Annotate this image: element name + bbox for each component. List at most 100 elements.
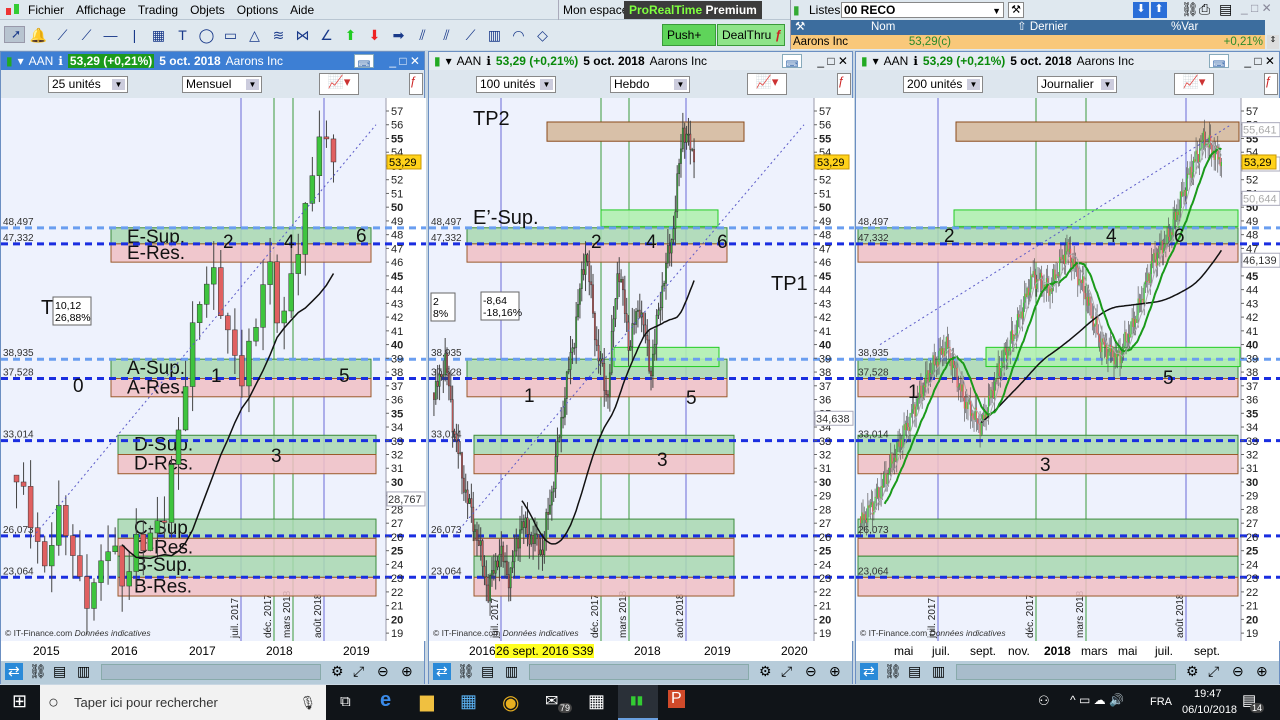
- diamond-tool-icon[interactable]: ◇: [532, 24, 553, 46]
- channel-tool-icon[interactable]: ≋: [268, 24, 289, 46]
- horizontal-scrollbar[interactable]: [101, 664, 321, 680]
- period-select[interactable]: Hebdo ▼: [610, 76, 690, 93]
- period-select[interactable]: Journalier ▼: [1037, 76, 1117, 93]
- units-select[interactable]: 100 unités ▼: [476, 76, 556, 93]
- dealthru-button[interactable]: DealThru ƒ: [717, 24, 785, 46]
- zoom-settings-icon[interactable]: ⚙: [759, 663, 772, 680]
- text-tool-icon[interactable]: T: [172, 24, 193, 46]
- fibo-time-tool-icon[interactable]: ▥: [484, 24, 505, 46]
- compare-icon[interactable]: ▥: [505, 663, 518, 680]
- indicators-icon[interactable]: 📈▾: [1174, 73, 1214, 95]
- list-select[interactable]: 00 RECO ▼: [841, 2, 1004, 18]
- export-icon[interactable]: ▤: [1219, 1, 1232, 18]
- export-icon[interactable]: ▤: [908, 663, 921, 680]
- andrews-tool-icon[interactable]: ⫽: [436, 24, 457, 46]
- zoom-in-icon[interactable]: ⊕: [1256, 663, 1268, 680]
- zoom-out-icon[interactable]: ⊖: [1232, 663, 1244, 680]
- menu-trading[interactable]: Trading: [132, 3, 184, 17]
- zoom-in-icon[interactable]: ⊕: [401, 663, 413, 680]
- gann-line-tool-icon[interactable]: ⟋: [460, 24, 481, 46]
- trade-icon[interactable]: ƒ: [837, 73, 851, 95]
- zoom-fit-icon[interactable]: ⤢: [781, 663, 792, 680]
- price-chart[interactable]: juil. 2017 déc. 2017 mars 2018 août 2018 E’-…: [429, 98, 854, 641]
- chrome-icon[interactable]: ◉: [502, 690, 519, 715]
- share-icon[interactable]: ⇄: [5, 663, 23, 680]
- info-icon[interactable]: ℹ: [58, 54, 63, 68]
- export-icon[interactable]: ▤: [53, 663, 66, 680]
- pointer-tool-icon[interactable]: ➚: [4, 26, 25, 43]
- col-dernier[interactable]: ⇧ Dernier: [1017, 20, 1068, 35]
- line-tool-icon[interactable]: ⟋: [76, 24, 97, 46]
- share-icon[interactable]: ⇄: [860, 663, 878, 680]
- zoom-out-icon[interactable]: ⊖: [805, 663, 817, 680]
- trade-icon[interactable]: ƒ: [409, 73, 423, 95]
- print-icon[interactable]: ⎙: [1199, 1, 1210, 18]
- arrow-up-icon[interactable]: ⬆: [1151, 2, 1167, 18]
- ticker[interactable]: AAN: [457, 54, 482, 68]
- window-controls[interactable]: _ □ ✕: [1244, 52, 1275, 70]
- arrow-down-tool-icon[interactable]: ⬇: [364, 24, 385, 46]
- menu-affichage[interactable]: Affichage: [70, 3, 132, 17]
- wrench-icon[interactable]: ⚒: [1008, 2, 1024, 18]
- zoom-fit-icon[interactable]: ⤢: [1208, 663, 1219, 680]
- horizontal-scrollbar[interactable]: [956, 664, 1176, 680]
- pitchfork-tool-icon[interactable]: ⋈: [292, 24, 313, 46]
- menu-objets[interactable]: Objets: [184, 3, 231, 17]
- tray-icons[interactable]: ^ ▭ ☁ 🔊: [1070, 693, 1124, 707]
- language-indicator[interactable]: FRA: [1150, 696, 1172, 708]
- workspace-menu[interactable]: Mon espace: [558, 0, 632, 20]
- segment-tool-icon[interactable]: ⟋: [52, 24, 73, 46]
- trade-icon[interactable]: ƒ: [1264, 73, 1278, 95]
- prorealtime-task[interactable]: ▮▮: [618, 685, 658, 720]
- menu-aide[interactable]: Aide: [284, 3, 320, 17]
- indicators-icon[interactable]: 📈▾: [747, 73, 787, 95]
- keyboard-icon[interactable]: ⌨: [354, 54, 374, 69]
- list-row[interactable]: Aarons Inc 53,29(c) +0,21%: [791, 35, 1265, 49]
- arrow-up-tool-icon[interactable]: ⬆: [340, 24, 361, 46]
- mail-icon[interactable]: ✉: [545, 691, 558, 711]
- clock-time[interactable]: 19:47: [1194, 688, 1222, 700]
- chevron-down-icon[interactable]: ▾: [873, 54, 879, 68]
- windows-start-icon[interactable]: ⊞: [12, 691, 27, 712]
- arrow-right-tool-icon[interactable]: ➡: [388, 24, 409, 46]
- export-icon[interactable]: ▤: [481, 663, 494, 680]
- horizontal-line-tool-icon[interactable]: —: [100, 24, 121, 46]
- units-select[interactable]: 200 unités ▼: [903, 76, 983, 93]
- clock-date[interactable]: 06/10/2018: [1182, 704, 1237, 716]
- col-nom[interactable]: Nom: [871, 20, 895, 35]
- compare-icon[interactable]: ▥: [932, 663, 945, 680]
- triangle-tool-icon[interactable]: △: [244, 24, 265, 46]
- alert-tool-icon[interactable]: 🔔: [28, 24, 49, 46]
- window-controls[interactable]: _ □ ✕: [389, 52, 420, 70]
- menu-fichier[interactable]: Fichier: [22, 3, 70, 17]
- taskbar-search[interactable]: ○ Taper ici pour rechercher 🎙: [40, 685, 326, 720]
- ticker[interactable]: AAN: [29, 54, 54, 68]
- link-icon[interactable]: ⛓: [29, 663, 47, 680]
- list-scrollbar[interactable]: ⇕: [1267, 35, 1279, 49]
- microphone-icon[interactable]: 🎙: [299, 685, 316, 720]
- vertical-line-tool-icon[interactable]: |: [124, 24, 145, 46]
- zoom-fit-icon[interactable]: ⤢: [353, 663, 364, 680]
- keyboard-icon[interactable]: ⌨: [1209, 54, 1229, 69]
- edge-icon[interactable]: e: [380, 689, 391, 712]
- powerpoint-icon[interactable]: P: [668, 690, 685, 708]
- fibonacci-tool-icon[interactable]: ▦: [148, 24, 169, 46]
- col-var[interactable]: %Var: [1171, 20, 1198, 35]
- push-plus-button[interactable]: Push+ ▮▮: [662, 24, 716, 62]
- zoom-out-icon[interactable]: ⊖: [377, 663, 389, 680]
- units-select[interactable]: 25 unités ▼: [48, 76, 128, 93]
- link-icon[interactable]: ⛓: [884, 663, 902, 680]
- calculator-icon[interactable]: ▦: [588, 691, 605, 712]
- keyboard-icon[interactable]: ⌨: [782, 54, 802, 69]
- fibo-arcs-tool-icon[interactable]: ◠: [508, 24, 529, 46]
- zoom-settings-icon[interactable]: ⚙: [331, 663, 344, 680]
- angle-tool-icon[interactable]: ∠: [316, 24, 337, 46]
- info-icon[interactable]: ℹ: [913, 54, 918, 68]
- gann-fan-tool-icon[interactable]: ⫽: [412, 24, 433, 46]
- zoom-settings-icon[interactable]: ⚙: [1186, 663, 1199, 680]
- chevron-down-icon[interactable]: ▾: [18, 54, 24, 68]
- rectangle-tool-icon[interactable]: ▭: [220, 24, 241, 46]
- chevron-down-icon[interactable]: ▾: [446, 54, 452, 68]
- link-icon[interactable]: ⛓: [457, 663, 475, 680]
- ticker[interactable]: AAN: [884, 54, 909, 68]
